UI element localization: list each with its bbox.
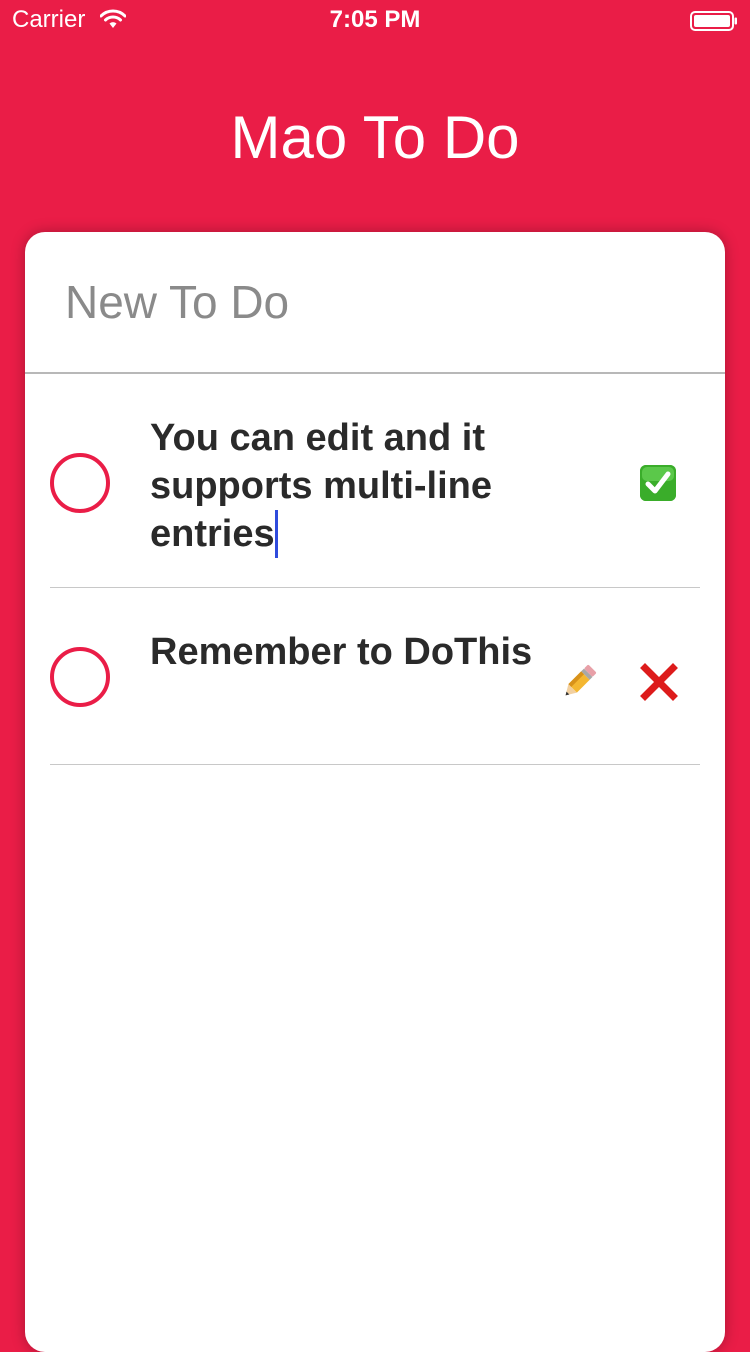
todo-item: Remember to DoThis bbox=[50, 589, 700, 765]
todo-card: You can edit and it supports multi-line … bbox=[25, 232, 725, 1352]
status-bar: Carrier 7:05 PM bbox=[0, 0, 750, 40]
todo-item: You can edit and it supports multi-line … bbox=[50, 374, 700, 588]
row-divider bbox=[50, 764, 700, 765]
done-check-icon[interactable] bbox=[640, 465, 676, 501]
pencil-icon[interactable] bbox=[558, 661, 600, 703]
page-title: Mao To Do bbox=[230, 104, 520, 171]
todo-text: You can edit and it supports multi-line … bbox=[150, 417, 492, 555]
new-todo-input[interactable] bbox=[65, 272, 665, 332]
delete-x-icon[interactable] bbox=[640, 663, 678, 701]
row-divider bbox=[50, 587, 700, 588]
complete-toggle-circle[interactable] bbox=[50, 647, 110, 707]
todo-text-editing[interactable]: You can edit and it supports multi-line … bbox=[150, 414, 540, 558]
complete-toggle-circle[interactable] bbox=[50, 453, 110, 513]
clock: 7:05 PM bbox=[329, 6, 421, 33]
todo-text: Remember to DoThis bbox=[150, 631, 533, 673]
battery-icon bbox=[690, 11, 738, 31]
text-caret bbox=[274, 510, 278, 558]
